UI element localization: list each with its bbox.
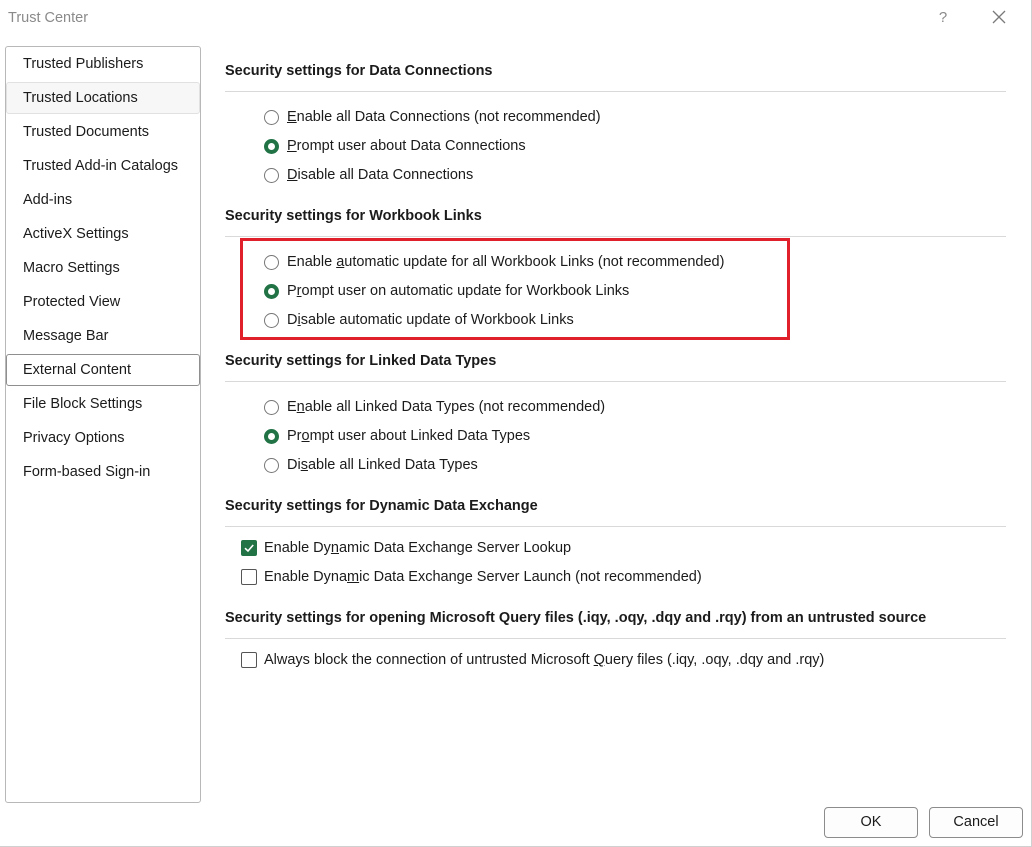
- section-divider: [225, 236, 1006, 237]
- title-bar: Trust Center ?: [0, 0, 1032, 36]
- sidebar-item-add-ins[interactable]: Add-ins: [7, 184, 199, 216]
- option-label: Prompt user about Data Connections: [287, 138, 526, 154]
- option-label: Disable all Data Connections: [287, 167, 474, 183]
- option-label: Enable all Data Connections (not recomme…: [287, 109, 601, 125]
- checkbox-checked[interactable]: [241, 540, 257, 556]
- close-button[interactable]: [986, 6, 1012, 30]
- dialog-title: Trust Center: [8, 10, 89, 26]
- checkbox-dde-server-launch[interactable]: Enable Dynamic Data Exchange Server Laun…: [241, 566, 702, 588]
- radio-enable-all-linked-data-types[interactable]: Enable all Linked Data Types (not recomm…: [264, 396, 605, 418]
- radio-button[interactable]: [264, 109, 279, 125]
- section-heading-data-connections: Security settings for Data Connections: [225, 63, 493, 79]
- sidebar-item-privacy-options[interactable]: Privacy Options: [7, 422, 199, 454]
- section-heading-microsoft-query-files: Security settings for opening Microsoft …: [225, 610, 927, 626]
- highlight-annotation-box: [240, 238, 790, 340]
- sidebar-item-macro-settings[interactable]: Macro Settings: [7, 252, 199, 284]
- ok-button[interactable]: OK: [824, 807, 918, 838]
- checkbox[interactable]: [241, 652, 257, 668]
- section-heading-dynamic-data-exchange: Security settings for Dynamic Data Excha…: [225, 498, 538, 514]
- radio-disable-all-data-connections[interactable]: Disable all Data Connections: [264, 164, 473, 186]
- sidebar-item-trusted-add-in-catalogs[interactable]: Trusted Add-in Catalogs: [7, 150, 199, 182]
- sidebar-item-form-based-sign-in[interactable]: Form-based Sign-in: [7, 456, 199, 488]
- option-label: Prompt user about Linked Data Types: [287, 428, 531, 444]
- radio-button[interactable]: [264, 167, 279, 183]
- radio-enable-all-data-connections[interactable]: Enable all Data Connections (not recomme…: [264, 106, 601, 128]
- checkbox-block-untrusted-query-files[interactable]: Always block the connection of untrusted…: [241, 649, 824, 671]
- radio-button[interactable]: [264, 457, 279, 473]
- section-heading-linked-data-types: Security settings for Linked Data Types: [225, 353, 497, 369]
- section-divider: [225, 638, 1006, 639]
- radio-disable-all-linked-data-types[interactable]: Disable all Linked Data Types: [264, 454, 478, 476]
- sidebar-item-trusted-documents[interactable]: Trusted Documents: [7, 116, 199, 148]
- option-label: Disable all Linked Data Types: [287, 457, 478, 473]
- trust-center-dialog: Trust Center ? Trusted Publishers Truste…: [0, 0, 1032, 847]
- radio-button[interactable]: [264, 399, 279, 415]
- cancel-button[interactable]: Cancel: [929, 807, 1023, 838]
- option-label: Enable Dynamic Data Exchange Server Look…: [264, 540, 572, 556]
- section-divider: [225, 381, 1006, 382]
- option-label: Enable all Linked Data Types (not recomm…: [287, 399, 606, 415]
- checkbox-dde-server-lookup[interactable]: Enable Dynamic Data Exchange Server Look…: [241, 537, 571, 559]
- sidebar-item-trusted-publishers[interactable]: Trusted Publishers: [7, 48, 199, 80]
- section-divider: [225, 91, 1006, 92]
- section-heading-workbook-links: Security settings for Workbook Links: [225, 208, 482, 224]
- close-icon: [992, 10, 1006, 24]
- radio-button-selected[interactable]: [264, 428, 279, 444]
- sidebar-item-external-content[interactable]: External Content: [6, 354, 200, 386]
- sidebar-item-trusted-locations[interactable]: Trusted Locations: [6, 82, 200, 114]
- option-label: Enable Dynamic Data Exchange Server Laun…: [264, 569, 702, 585]
- sidebar-item-protected-view[interactable]: Protected View: [7, 286, 199, 318]
- sidebar-item-activex-settings[interactable]: ActiveX Settings: [7, 218, 199, 250]
- checkmark-icon: [244, 544, 254, 553]
- section-divider: [225, 526, 1006, 527]
- help-button[interactable]: ?: [932, 6, 954, 30]
- option-label: Always block the connection of untrusted…: [264, 652, 825, 668]
- radio-button-selected[interactable]: [264, 138, 279, 154]
- radio-prompt-data-connections[interactable]: Prompt user about Data Connections: [264, 135, 526, 157]
- radio-prompt-linked-data-types[interactable]: Prompt user about Linked Data Types: [264, 425, 530, 447]
- checkbox[interactable]: [241, 569, 257, 585]
- sidebar-item-file-block-settings[interactable]: File Block Settings: [7, 388, 199, 420]
- sidebar-item-message-bar[interactable]: Message Bar: [7, 320, 199, 352]
- sidebar: Trusted Publishers Trusted Locations Tru…: [5, 46, 201, 803]
